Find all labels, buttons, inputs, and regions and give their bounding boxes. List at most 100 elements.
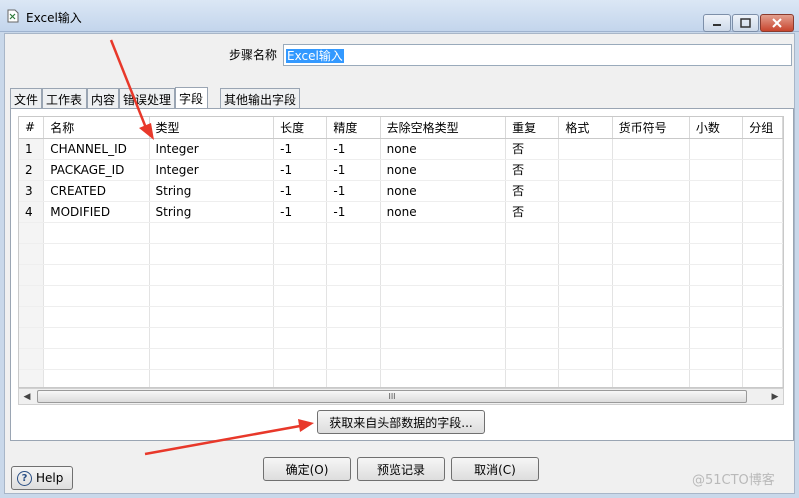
cell-precision[interactable]: -1 — [326, 159, 381, 181]
step-name-input[interactable]: Excel输入 — [283, 44, 792, 66]
table-row[interactable]: 4 MODIFIED String -1 -1 none 否 — [19, 201, 783, 223]
cell-name[interactable]: MODIFIED — [43, 201, 150, 223]
row-index: 3 — [19, 180, 45, 202]
scroll-right-arrow-icon[interactable]: ▶ — [767, 389, 783, 404]
cell-format[interactable] — [558, 180, 613, 202]
cell-trim-type[interactable]: none — [380, 159, 507, 181]
cell-currency[interactable] — [612, 180, 690, 202]
help-button[interactable]: ? Help — [11, 466, 73, 490]
empty-row — [19, 306, 783, 328]
cell-currency[interactable] — [612, 159, 690, 181]
column-header-type[interactable]: 类型 — [149, 117, 275, 139]
column-header-name[interactable]: 名称 — [43, 117, 150, 139]
column-header-repeat[interactable]: 重复 — [505, 117, 560, 139]
preview-records-button[interactable]: 预览记录 — [357, 457, 445, 481]
column-header-currency[interactable]: 货币符号 — [612, 117, 690, 139]
watermark: @51CTO博客 — [692, 473, 775, 488]
document-icon — [7, 9, 19, 23]
cell-type[interactable]: Integer — [149, 159, 275, 181]
empty-row — [19, 243, 783, 265]
column-header-format[interactable]: 格式 — [558, 117, 613, 139]
maximize-button[interactable] — [732, 14, 759, 32]
help-label: Help — [36, 471, 64, 485]
cell-format[interactable] — [558, 201, 613, 223]
scrollbar-grip: III — [388, 392, 396, 401]
cell-format[interactable] — [558, 138, 613, 160]
minimize-icon — [713, 24, 721, 26]
cell-group[interactable] — [742, 201, 783, 223]
empty-row — [19, 327, 783, 349]
empty-row — [19, 348, 783, 370]
cell-group[interactable] — [742, 159, 783, 181]
column-header-group[interactable]: 分组 — [742, 117, 783, 139]
cell-decimal[interactable] — [689, 159, 744, 181]
cell-precision[interactable]: -1 — [326, 201, 381, 223]
cell-name[interactable]: CHANNEL_ID — [43, 138, 150, 160]
empty-row — [19, 285, 783, 307]
get-fields-from-header-button[interactable]: 获取来自头部数据的字段... — [317, 410, 485, 434]
row-index: 1 — [19, 138, 45, 160]
cell-trim-type[interactable]: none — [380, 201, 507, 223]
help-icon: ? — [17, 470, 32, 486]
cell-type[interactable]: String — [149, 180, 275, 202]
cell-name[interactable]: PACKAGE_ID — [43, 159, 150, 181]
scroll-left-arrow-icon[interactable]: ◀ — [19, 389, 35, 404]
cell-precision[interactable]: -1 — [326, 180, 381, 202]
cell-repeat[interactable]: 否 — [505, 180, 560, 202]
window-title: Excel输入 — [26, 11, 82, 25]
cell-decimal[interactable] — [689, 138, 744, 160]
column-header-length[interactable]: 长度 — [273, 117, 328, 139]
cell-currency[interactable] — [612, 201, 690, 223]
cell-decimal[interactable] — [689, 201, 744, 223]
horizontal-scrollbar[interactable]: ◀ III ▶ — [18, 388, 784, 405]
table-row[interactable]: 1 CHANNEL_ID Integer -1 -1 none 否 — [19, 138, 783, 160]
column-header-decimal[interactable]: 小数 — [689, 117, 744, 139]
cell-group[interactable] — [742, 180, 783, 202]
step-name-value: Excel输入 — [286, 49, 344, 63]
cell-precision[interactable]: -1 — [326, 138, 381, 160]
row-index: 2 — [19, 159, 45, 181]
table-header-row: # 名称 类型 长度 精度 去除空格类型 重复 格式 货币符号 小数 分组 — [19, 117, 783, 139]
cell-length[interactable]: -1 — [273, 138, 328, 160]
cell-length[interactable]: -1 — [273, 180, 328, 202]
tab-file[interactable]: 文件 — [10, 88, 42, 109]
column-header-precision[interactable]: 精度 — [326, 117, 381, 139]
cancel-button[interactable]: 取消(C) — [451, 457, 539, 481]
column-header-index[interactable]: # — [19, 117, 45, 139]
cell-currency[interactable] — [612, 138, 690, 160]
maximize-icon — [740, 18, 751, 28]
row-index: 4 — [19, 201, 45, 223]
cell-group[interactable] — [742, 138, 783, 160]
cell-type[interactable]: String — [149, 201, 275, 223]
title-bar: Excel输入 — [0, 0, 799, 32]
tab-worksheet[interactable]: 工作表 — [42, 88, 87, 109]
column-header-trim-type[interactable]: 去除空格类型 — [380, 117, 507, 139]
empty-row — [19, 264, 783, 286]
tab-error-handling[interactable]: 错误处理 — [119, 88, 175, 109]
cell-length[interactable]: -1 — [273, 201, 328, 223]
fields-table[interactable]: # 名称 类型 长度 精度 去除空格类型 重复 格式 货币符号 小数 分组 1 … — [18, 116, 784, 388]
cell-length[interactable]: -1 — [273, 159, 328, 181]
table-row[interactable]: 3 CREATED String -1 -1 none 否 — [19, 180, 783, 202]
close-icon — [772, 18, 782, 28]
step-name-label: 步骤名称 — [229, 48, 278, 62]
close-button[interactable] — [760, 14, 794, 32]
scrollbar-thumb[interactable]: III — [37, 390, 747, 403]
cell-repeat[interactable]: 否 — [505, 159, 560, 181]
table-row[interactable]: 2 PACKAGE_ID Integer -1 -1 none 否 — [19, 159, 783, 181]
cell-trim-type[interactable]: none — [380, 138, 507, 160]
cell-format[interactable] — [558, 159, 613, 181]
tab-fields[interactable]: 字段 — [175, 87, 208, 110]
cell-trim-type[interactable]: none — [380, 180, 507, 202]
minimize-button[interactable] — [703, 14, 731, 32]
cell-name[interactable]: CREATED — [43, 180, 150, 202]
cell-repeat[interactable]: 否 — [505, 201, 560, 223]
ok-button[interactable]: 确定(O) — [263, 457, 351, 481]
empty-row — [19, 222, 783, 244]
empty-row — [19, 369, 783, 387]
cell-type[interactable]: Integer — [149, 138, 275, 160]
cell-decimal[interactable] — [689, 180, 744, 202]
tab-content[interactable]: 内容 — [87, 88, 119, 109]
cell-repeat[interactable]: 否 — [505, 138, 560, 160]
tab-other-output-fields[interactable]: 其他输出字段 — [220, 88, 300, 109]
